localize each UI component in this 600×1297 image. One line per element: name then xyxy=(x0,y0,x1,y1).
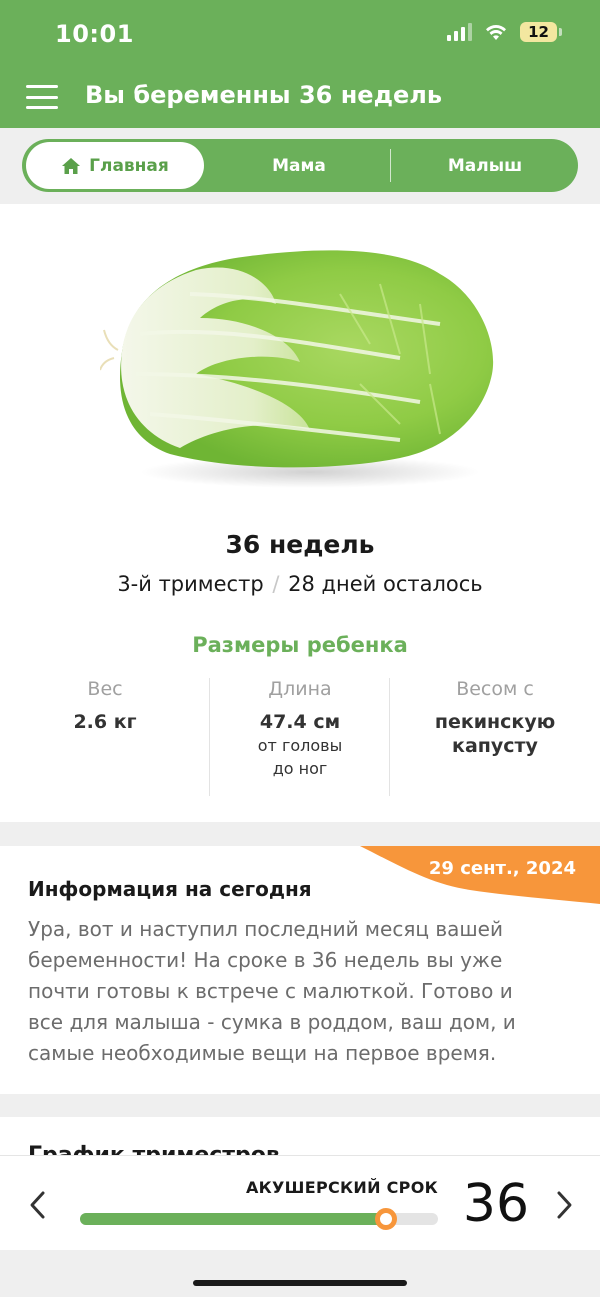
info-text-line: почти готовы к встрече с малюткой. Готов… xyxy=(28,979,513,1003)
stat-weight: Вес 2.6 кг xyxy=(0,678,210,734)
info-text-line: все для малыша - сумка в роддом, ваш дом… xyxy=(28,1010,516,1034)
tab-mama[interactable]: Мама xyxy=(208,142,390,189)
battery-icon: 12 xyxy=(520,22,562,42)
stat-compare-value-line-2: капусту xyxy=(452,735,538,757)
status-time: 10:01 xyxy=(55,20,134,48)
info-date: 29 сент., 2024 xyxy=(428,858,576,879)
stat-compare-value-line-1: пекинскую xyxy=(434,711,556,733)
info-text: Ура, вот и наступил последний месяц ваше… xyxy=(28,914,576,1069)
napa-cabbage-image xyxy=(100,250,494,488)
tab-mama-label: Мама xyxy=(272,155,326,176)
info-text-line: самые необходимые вещи на первое время. xyxy=(28,1041,497,1065)
stat-weight-label: Вес xyxy=(87,678,123,700)
stat-length-note-2: до ног xyxy=(272,759,328,778)
stat-weight-value: 2.6 кг xyxy=(73,711,137,733)
tab-bar: Главная Мама Малыш xyxy=(22,139,578,192)
signal-icon xyxy=(447,23,472,41)
term-progress-knob[interactable] xyxy=(375,1208,398,1230)
baby-sizes-title: Размеры ребенка xyxy=(192,633,408,657)
week-subtitle: 3-й триместр / 28 дней осталось xyxy=(0,572,600,596)
app-header: 10:01 12 Вы беременны 36 недель xyxy=(0,0,600,128)
wifi-icon xyxy=(486,24,506,40)
info-text-line: беременности! На сроке в 36 недель вы уж… xyxy=(28,948,503,972)
stat-compare: Весом с пекинскую капусту xyxy=(390,678,600,758)
info-title: Информация на сегодня xyxy=(28,877,312,901)
daily-info-card[interactable]: 29 сент., 2024 Информация на сегодня Ура… xyxy=(0,846,600,1094)
days-left: 28 дней осталось xyxy=(288,572,483,596)
home-indicator[interactable] xyxy=(193,1280,407,1286)
trimester-card[interactable]: График триместров xyxy=(0,1117,600,1157)
page-title: Вы беременны 36 недель xyxy=(85,81,442,109)
term-label: АКУШЕРСКИЙ СРОК xyxy=(245,1178,438,1197)
home-icon xyxy=(62,157,81,174)
info-text-line: Ура, вот и наступил последний месяц ваше… xyxy=(28,917,503,941)
week-card: 36 недель 3-й триместр / 28 дней осталос… xyxy=(0,204,600,822)
stat-compare-value: пекинскую капусту xyxy=(390,710,600,758)
stat-compare-label: Весом с xyxy=(456,678,534,700)
tab-home[interactable]: Главная xyxy=(26,142,204,189)
term-progress-slider[interactable] xyxy=(80,1208,438,1230)
stat-length-note-1: от головы xyxy=(257,736,343,755)
tab-divider xyxy=(390,149,391,182)
subtitle-separator: / xyxy=(272,572,280,596)
menu-icon[interactable] xyxy=(26,85,58,109)
week-title: 36 недель xyxy=(225,530,375,559)
tab-bar-area: Главная Мама Малыш xyxy=(0,128,600,204)
tab-baby[interactable]: Малыш xyxy=(394,142,576,189)
term-bar: АКУШЕРСКИЙ СРОК 36 xyxy=(0,1155,600,1250)
week-number: 36 xyxy=(462,1174,530,1234)
baby-sizes: Вес 2.6 кг Длина 47.4 см от головы до но… xyxy=(0,678,600,798)
status-icons: 12 xyxy=(447,22,562,42)
trimester-label: 3-й триместр xyxy=(117,572,264,596)
stat-length-label: Длина xyxy=(268,678,332,700)
tab-baby-label: Малыш xyxy=(447,155,523,176)
battery-level: 12 xyxy=(520,22,557,42)
stat-length: Длина 47.4 см от головы до ног xyxy=(210,678,390,780)
tab-home-label: Главная xyxy=(89,155,169,176)
stat-length-value: 47.4 см xyxy=(259,711,341,733)
term-progress-fill xyxy=(80,1213,387,1225)
home-indicator-area xyxy=(0,1250,600,1297)
chevron-right-icon[interactable] xyxy=(552,1188,576,1222)
chevron-left-icon[interactable] xyxy=(26,1188,50,1222)
